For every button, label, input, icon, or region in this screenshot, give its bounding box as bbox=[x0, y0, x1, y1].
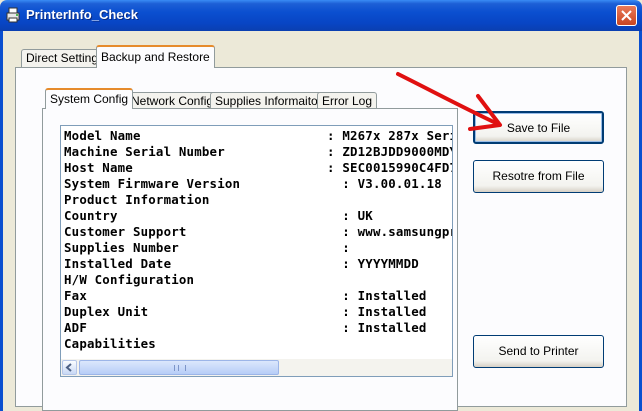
config-line: Host Name : SEC0015990C4FD7 bbox=[64, 160, 453, 175]
config-line: Installed Date : YYYYMMDD bbox=[64, 256, 419, 271]
config-line: Country : UK bbox=[64, 208, 373, 223]
tab-label: Direct Setting bbox=[26, 51, 99, 65]
config-line: H/W Configuration bbox=[64, 272, 195, 287]
grip-icon bbox=[174, 365, 186, 371]
tab-label: Error Log bbox=[322, 94, 373, 108]
config-line: System Firmware Version : V3.00.01.18 bbox=[64, 176, 442, 191]
send-to-printer-button[interactable]: Send to Printer bbox=[473, 335, 604, 368]
tab-label: Backup and Restore bbox=[101, 50, 210, 64]
config-line: Machine Serial Number : ZD12BJDD9000MDY bbox=[64, 144, 453, 159]
close-icon bbox=[621, 10, 632, 21]
tab-system-config[interactable]: System Config bbox=[45, 88, 134, 109]
tab-error-log[interactable]: Error Log bbox=[317, 92, 378, 109]
annotation-arrow-icon bbox=[396, 72, 502, 131]
config-lines: Model Name : M267x 287x Series Machine S… bbox=[64, 128, 453, 352]
scroll-thumb[interactable] bbox=[79, 360, 279, 375]
chevron-left-icon bbox=[65, 363, 72, 372]
config-line: Capabilities bbox=[64, 336, 156, 351]
tab-label: Network Config bbox=[131, 94, 214, 108]
config-line: Duplex Unit : Installed bbox=[64, 304, 427, 319]
title-bar: PrinterInfo_Check bbox=[0, 0, 642, 31]
tab-label: Supplies Informaiton bbox=[215, 94, 325, 108]
restore-from-file-button[interactable]: Resotre from File bbox=[473, 160, 604, 193]
tab-network-config[interactable]: Network Config bbox=[126, 92, 219, 109]
tab-direct-setting[interactable]: Direct Setting bbox=[21, 49, 104, 68]
window-title: PrinterInfo_Check bbox=[26, 7, 138, 22]
button-label: Send to Printer bbox=[498, 344, 579, 358]
horizontal-scrollbar[interactable] bbox=[61, 359, 452, 376]
config-line: Supplies Number : bbox=[64, 240, 358, 255]
tab-backup-and-restore[interactable]: Backup and Restore bbox=[96, 45, 215, 68]
tab-label: System Config bbox=[50, 92, 129, 106]
button-label: Resotre from File bbox=[492, 169, 585, 183]
printer-icon bbox=[6, 7, 20, 23]
window-frame-left bbox=[0, 31, 3, 411]
system-config-textbox[interactable]: Model Name : M267x 287x Series Machine S… bbox=[60, 125, 453, 377]
config-line: Customer Support : www.samsungprin bbox=[64, 224, 452, 239]
config-line: Fax : Installed bbox=[64, 288, 427, 303]
config-line: ADF : Installed bbox=[64, 320, 427, 335]
config-line: Product Information bbox=[64, 192, 210, 207]
scroll-left-button[interactable] bbox=[62, 360, 77, 375]
close-button[interactable] bbox=[616, 5, 637, 26]
tab-supplies-information[interactable]: Supplies Informaiton bbox=[210, 92, 330, 109]
